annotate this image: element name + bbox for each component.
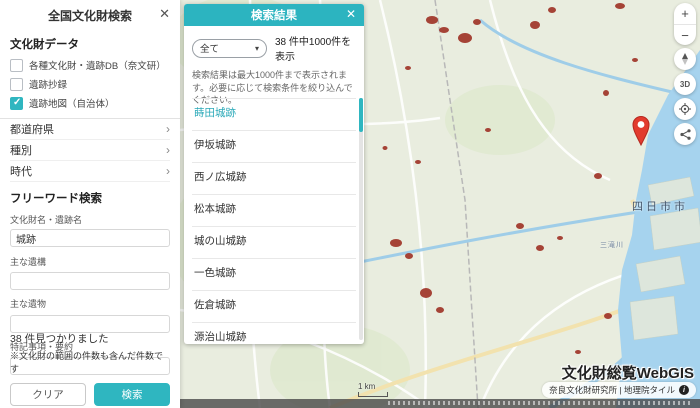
results-count: 38 件中1000件を表示 — [275, 33, 356, 63]
checkbox-label: 各種文化財・遺跡DB（奈文研） — [29, 58, 166, 72]
scale-bar — [358, 392, 388, 397]
info-icon[interactable]: i — [679, 385, 689, 395]
scale-label: 1 km — [358, 382, 375, 391]
freeword-section-title: フリーワード検索 — [10, 190, 170, 206]
checkbox-row-isekichizu[interactable]: 遺跡地図（自治体） — [10, 96, 170, 110]
geolocate-icon — [679, 103, 691, 115]
results-list: 蒔田城跡 伊坂城跡 西ノ広城跡 松本城跡 城の山城跡 一色城跡 佐倉城跡 源治山… — [192, 98, 356, 344]
list-item[interactable]: 西ノ広城跡 — [192, 163, 356, 195]
share-icon — [680, 129, 691, 140]
list-item[interactable]: 蒔田城跡 — [192, 99, 356, 131]
results-scrollbar-thumb[interactable] — [359, 98, 363, 132]
checkbox-unchecked[interactable] — [10, 78, 23, 91]
list-item[interactable]: 城の山城跡 — [192, 227, 356, 259]
app-title: 文化財総覧WebGIS — [562, 362, 694, 383]
map-label-river: 三滝川 — [600, 240, 624, 250]
checkbox-unchecked[interactable] — [10, 59, 23, 72]
results-close-icon[interactable]: ✕ — [346, 8, 356, 20]
found-note: ※文化財の範囲の件数も含んだ件数です — [10, 349, 170, 375]
chevron-right-icon: › — [166, 164, 170, 178]
accordion-label: 時代 — [10, 163, 32, 179]
attribution-text: 奈良文化財研究所 | 地理院タイル — [549, 384, 675, 396]
list-item[interactable]: 源治山城跡 — [192, 323, 356, 344]
3d-button[interactable]: 3D — [674, 73, 696, 95]
accordion-label: 都道府県 — [10, 121, 54, 137]
clear-button[interactable]: クリア — [10, 383, 86, 406]
attribution-pill: 奈良文化財研究所 | 地理院タイル i — [542, 382, 696, 398]
filter-selected-value: 全て — [200, 41, 219, 55]
checkbox-label: 遺跡地図（自治体） — [29, 96, 115, 110]
sidebar-close-icon[interactable]: ✕ — [159, 7, 170, 20]
checkbox-label: 遺跡抄録 — [29, 77, 67, 91]
search-sidebar: 全国文化財検索 ✕ 文化財データ 各種文化財・遺跡DB（奈文研） 遺跡抄録 遺跡… — [0, 0, 180, 408]
checkbox-checked[interactable] — [10, 97, 23, 110]
map-label-city: 四日市市 — [632, 198, 688, 214]
features-field[interactable] — [10, 272, 170, 290]
geolocate-button[interactable] — [674, 98, 696, 120]
map-controls: + − 3D — [674, 3, 696, 145]
attribution-bar — [180, 399, 700, 408]
accordion-label: 種別 — [10, 142, 32, 158]
chevron-right-icon: › — [166, 143, 170, 157]
share-button[interactable] — [674, 123, 696, 145]
results-filter-select[interactable]: 全て ▾ — [192, 39, 267, 58]
zoom-in-button[interactable]: + — [674, 3, 696, 24]
field-label-features: 主な遺構 — [10, 255, 170, 268]
results-title: 検索結果 — [251, 7, 297, 23]
zoom-out-button[interactable]: − — [674, 24, 696, 45]
data-section-title: 文化財データ — [10, 36, 170, 52]
results-panel: 検索結果 ✕ 全て ▾ 38 件中1000件を表示 検索結果は最大1000件まで… — [184, 4, 364, 344]
relics-field[interactable] — [10, 315, 170, 333]
name-field[interactable] — [10, 229, 170, 247]
sidebar-title: 全国文化財検索 — [48, 7, 132, 24]
chevron-right-icon: › — [166, 122, 170, 136]
compass-needle-icon — [680, 53, 690, 65]
compass-button[interactable] — [674, 48, 696, 70]
list-item[interactable]: 伊坂城跡 — [192, 131, 356, 163]
accordion-era[interactable]: 時代 › — [10, 161, 170, 182]
map-scale: 1 km — [358, 382, 388, 397]
list-item[interactable]: 松本城跡 — [192, 195, 356, 227]
accordion-prefecture[interactable]: 都道府県 › — [10, 119, 170, 140]
accordion-type[interactable]: 種別 › — [10, 140, 170, 161]
chevron-down-icon: ▾ — [255, 44, 259, 53]
list-item[interactable]: 一色城跡 — [192, 259, 356, 291]
results-scrollbar-track[interactable] — [359, 98, 363, 340]
map-marker[interactable] — [630, 115, 652, 147]
field-label-relics: 主な遺物 — [10, 297, 170, 310]
app-window: 四日市市 三滝川 + − 3D — [0, 0, 700, 408]
search-button[interactable]: 検索 — [94, 383, 170, 406]
found-count: 38 件見つかりました — [10, 331, 170, 346]
list-item[interactable]: 佐倉城跡 — [192, 291, 356, 323]
attribution-bar-text-sliver — [388, 401, 690, 405]
field-label-name: 文化財名・遺跡名 — [10, 213, 170, 226]
checkbox-row-db[interactable]: 各種文化財・遺跡DB（奈文研） — [10, 58, 170, 72]
checkbox-row-shoroku[interactable]: 遺跡抄録 — [10, 77, 170, 91]
